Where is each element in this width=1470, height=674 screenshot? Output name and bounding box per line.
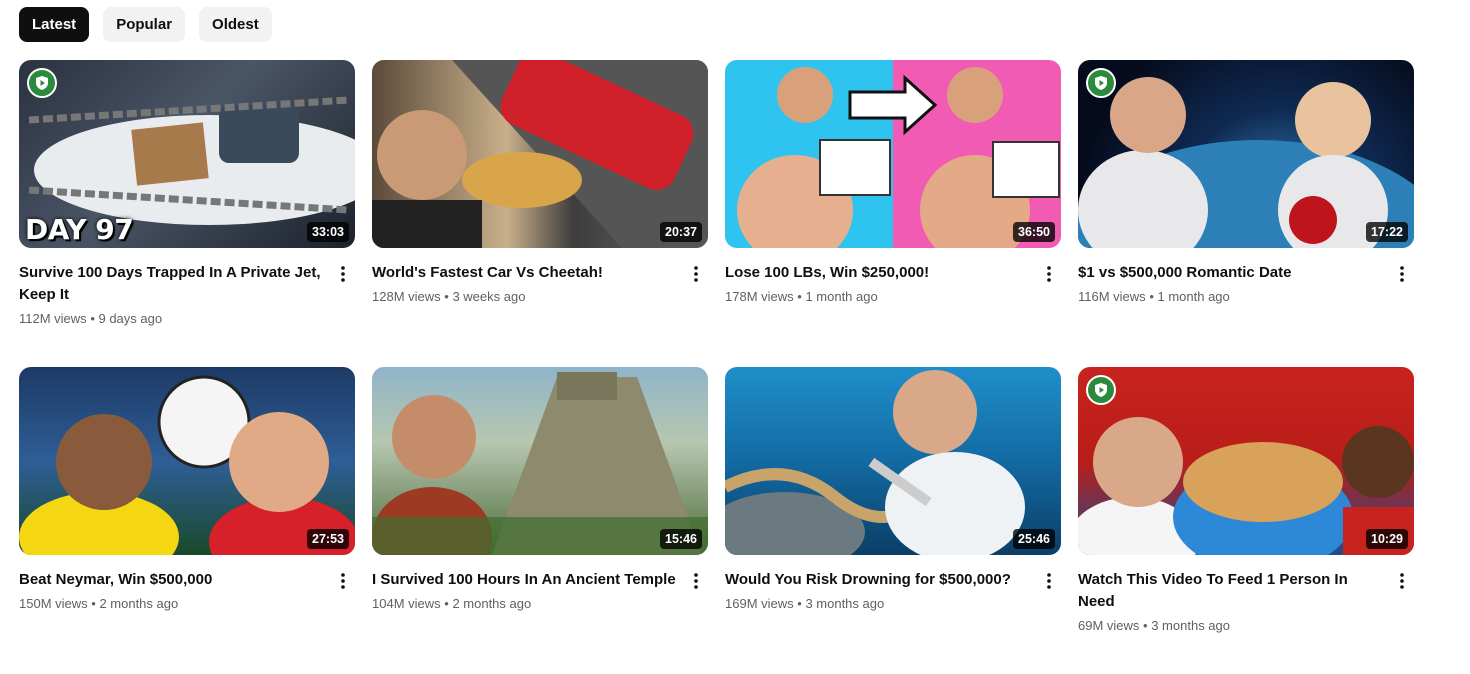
video-title[interactable]: Watch This Video To Feed 1 Person In Nee… <box>1078 569 1414 613</box>
more-vert-icon[interactable] <box>1037 262 1061 286</box>
view-count: 112M views <box>19 311 87 326</box>
upload-age: 1 month ago <box>1157 289 1230 304</box>
video-meta: Would You Risk Drowning for $500,000? 16… <box>725 569 1061 611</box>
video-title[interactable]: I Survived 100 Hours In An Ancient Templ… <box>372 569 708 591</box>
video-title[interactable]: Lose 100 LBs, Win $250,000! <box>725 262 1061 284</box>
video-thumbnail[interactable]: 10:29 <box>1078 367 1414 555</box>
more-vert-icon[interactable] <box>684 569 708 593</box>
video-meta: $1 vs $500,000 Romantic Date 116M views … <box>1078 262 1414 304</box>
video-card[interactable]: 17:22 $1 vs $500,000 Romantic Date 116M … <box>1078 60 1414 367</box>
video-thumbnail[interactable]: 15:46 <box>372 367 708 555</box>
members-only-icon <box>27 68 57 98</box>
video-thumbnail[interactable]: 17:22 <box>1078 60 1414 248</box>
video-stats: 169M views • 3 months ago <box>725 596 1061 611</box>
upload-age: 2 months ago <box>99 596 179 611</box>
more-vert-icon[interactable] <box>684 262 708 286</box>
thumbnail-art <box>372 60 708 248</box>
video-thumbnail[interactable]: 25:46 <box>725 367 1061 555</box>
duration-badge: 15:46 <box>660 529 702 549</box>
more-vert-icon[interactable] <box>1390 262 1414 286</box>
video-card[interactable]: 10:29 Watch This Video To Feed 1 Person … <box>1078 367 1414 674</box>
video-grid: DAY 97 33:03 Survive 100 Days Trapped In… <box>19 60 1414 674</box>
video-stats: 112M views • 9 days ago <box>19 311 355 326</box>
view-count: 178M views <box>725 289 794 304</box>
upload-age: 9 days ago <box>98 311 163 326</box>
duration-badge: 25:46 <box>1013 529 1055 549</box>
more-vert-icon[interactable] <box>331 569 355 593</box>
separator: • <box>1143 618 1152 633</box>
video-meta: World's Fastest Car Vs Cheetah! 128M vie… <box>372 262 708 304</box>
more-vert-icon[interactable] <box>1390 569 1414 593</box>
filter-chips: Latest Popular Oldest <box>19 7 272 42</box>
video-stats: 104M views • 2 months ago <box>372 596 708 611</box>
duration-badge: 27:53 <box>307 529 349 549</box>
video-thumbnail[interactable]: 20:37 <box>372 60 708 248</box>
video-title[interactable]: World's Fastest Car Vs Cheetah! <box>372 262 708 284</box>
thumbnail-overlay-text: DAY 97 <box>25 213 134 246</box>
video-title[interactable]: Beat Neymar, Win $500,000 <box>19 569 355 591</box>
members-only-icon <box>1086 68 1116 98</box>
duration-badge: 33:03 <box>307 222 349 242</box>
duration-badge: 36:50 <box>1013 222 1055 242</box>
video-meta: Survive 100 Days Trapped In A Private Je… <box>19 262 355 326</box>
video-title[interactable]: Would You Risk Drowning for $500,000? <box>725 569 1061 591</box>
more-vert-icon[interactable] <box>1037 569 1061 593</box>
view-count: 169M views <box>725 596 794 611</box>
members-only-icon <box>1086 375 1116 405</box>
video-card[interactable]: 25:46 Would You Risk Drowning for $500,0… <box>725 367 1061 674</box>
video-stats: 128M views • 3 weeks ago <box>372 289 708 304</box>
chip-oldest[interactable]: Oldest <box>199 7 272 42</box>
video-stats: 150M views • 2 months ago <box>19 596 355 611</box>
upload-age: 2 months ago <box>452 596 532 611</box>
more-vert-icon[interactable] <box>331 262 355 286</box>
chip-popular[interactable]: Popular <box>103 7 186 42</box>
thumbnail-art <box>372 372 708 555</box>
thumbnail-art <box>19 375 355 555</box>
video-title[interactable]: Survive 100 Days Trapped In A Private Je… <box>19 262 355 306</box>
thumbnail-art <box>1078 417 1414 555</box>
video-meta: Watch This Video To Feed 1 Person In Nee… <box>1078 569 1414 633</box>
video-card[interactable]: 36:50 Lose 100 LBs, Win $250,000! 178M v… <box>725 60 1061 367</box>
video-meta: I Survived 100 Hours In An Ancient Templ… <box>372 569 708 611</box>
video-thumbnail[interactable]: DAY 97 33:03 <box>19 60 355 248</box>
view-count: 104M views <box>372 596 441 611</box>
video-stats: 69M views • 3 months ago <box>1078 618 1414 633</box>
duration-badge: 10:29 <box>1366 529 1408 549</box>
video-thumbnail[interactable]: 27:53 <box>19 367 355 555</box>
video-card[interactable]: DAY 97 33:03 Survive 100 Days Trapped In… <box>19 60 355 367</box>
video-stats: 116M views • 1 month ago <box>1078 289 1414 304</box>
video-card[interactable]: 15:46 I Survived 100 Hours In An Ancient… <box>372 367 708 674</box>
view-count: 116M views <box>1078 289 1146 304</box>
chip-latest[interactable]: Latest <box>19 7 90 42</box>
video-title[interactable]: $1 vs $500,000 Romantic Date <box>1078 262 1414 284</box>
upload-age: 3 weeks ago <box>452 289 526 304</box>
upload-age: 1 month ago <box>805 289 878 304</box>
video-meta: Beat Neymar, Win $500,000 150M views • 2… <box>19 569 355 611</box>
video-meta: Lose 100 LBs, Win $250,000! 178M views •… <box>725 262 1061 304</box>
view-count: 69M views <box>1078 618 1140 633</box>
view-count: 128M views <box>372 289 441 304</box>
thumbnail-art <box>725 370 1025 555</box>
thumbnail-art <box>737 67 1060 248</box>
video-card[interactable]: 27:53 Beat Neymar, Win $500,000 150M vie… <box>19 367 355 674</box>
video-thumbnail[interactable]: 36:50 <box>725 60 1061 248</box>
thumbnail-art <box>1078 77 1414 248</box>
upload-age: 3 months ago <box>1151 618 1230 633</box>
upload-age: 3 months ago <box>805 596 885 611</box>
view-count: 150M views <box>19 596 88 611</box>
video-card[interactable]: 20:37 World's Fastest Car Vs Cheetah! 12… <box>372 60 708 367</box>
video-stats: 178M views • 1 month ago <box>725 289 1061 304</box>
duration-badge: 20:37 <box>660 222 702 242</box>
duration-badge: 17:22 <box>1366 222 1408 242</box>
